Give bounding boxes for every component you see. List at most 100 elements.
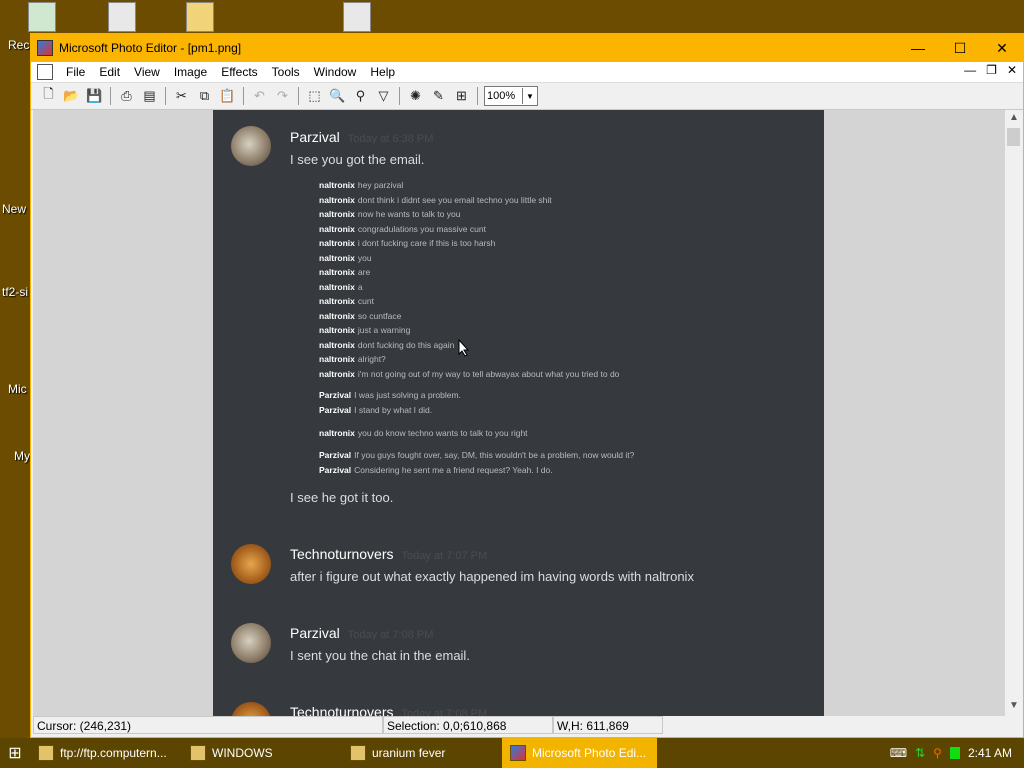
cut-icon[interactable]: ✂ (172, 87, 191, 106)
embedded-text: congradulations you massive cunt (357, 223, 486, 234)
minimize-button[interactable]: — (897, 34, 939, 62)
embedded-username: Parzival (319, 404, 352, 415)
embedded-chat-line: naltronix are (319, 267, 370, 277)
copy-icon[interactable]: ⧉ (195, 87, 214, 106)
embedded-username: naltronix (319, 223, 355, 234)
close-button[interactable]: ✕ (981, 34, 1023, 62)
embedded-chat-line: naltronix hey parzival (319, 180, 403, 190)
embedded-text: a (357, 281, 363, 292)
embedded-text: If you guys fought over, say, DM, this w… (354, 450, 635, 460)
menu-effects[interactable]: Effects (214, 65, 264, 79)
crop-tool-icon[interactable]: ▽ (374, 87, 393, 106)
embedded-username: naltronix (319, 252, 355, 263)
redo-icon[interactable]: ↷ (273, 87, 292, 106)
embedded-username: naltronix (319, 180, 355, 190)
embedded-text: hey parzival (357, 180, 404, 190)
folder-desktop-icon[interactable] (180, 2, 220, 34)
image-canvas[interactable]: Parzival Today at 6:38 PM I see you got t… (33, 110, 1005, 716)
windows-start-icon[interactable]: ⊞ (0, 738, 30, 768)
document-system-icon[interactable] (37, 64, 53, 80)
photo-editor-icon (510, 745, 526, 761)
embedded-username: Parzival (319, 450, 352, 460)
desktop-label-mic: Mic (8, 382, 27, 396)
taskbar-item-photo-editor[interactable]: Microsoft Photo Edi... (502, 738, 657, 768)
username: Technoturnovers (290, 546, 394, 562)
embedded-username: naltronix (319, 354, 355, 364)
menu-edit[interactable]: Edit (92, 65, 127, 79)
embedded-chat-line: naltronix cunt (319, 296, 374, 306)
status-green-icon[interactable] (949, 747, 960, 759)
network-icon[interactable]: ⇅ (915, 746, 925, 760)
username: Parzival (290, 625, 340, 641)
embedded-username: naltronix (319, 325, 355, 335)
keyboard-icon[interactable]: ⌨ (890, 746, 907, 760)
embedded-chat-line: naltronix you (319, 253, 372, 263)
menu-view[interactable]: View (127, 65, 167, 79)
message-text: I sent you the chat in the email. (290, 648, 470, 663)
desktop-label-tf2: tf2-si (2, 285, 29, 299)
save-icon[interactable]: 💾 (85, 87, 104, 106)
status-bar: Cursor: (246,231) Selection: 0,0;610,868… (33, 715, 1007, 735)
embedded-username: naltronix (319, 238, 355, 248)
scrollbar-thumb[interactable] (1007, 128, 1020, 146)
document-desktop-icon[interactable] (102, 2, 142, 34)
embedded-chat-line: naltronix a (319, 282, 363, 292)
paste-icon[interactable]: 📋 (218, 87, 237, 106)
scroll-down-icon[interactable]: ▼ (1005, 700, 1023, 714)
scan-icon[interactable]: ▤ (140, 87, 159, 106)
zoom-icon[interactable]: 🔍 (328, 87, 347, 106)
embedded-chat-line: Parzival I was just solving a problem. (319, 390, 461, 400)
menu-file[interactable]: File (59, 65, 92, 79)
menu-help[interactable]: Help (363, 65, 402, 79)
desktop-label-my: My (14, 449, 30, 463)
embedded-text: dont think i didnt see you email techno … (357, 194, 552, 205)
undo-icon[interactable]: ↶ (250, 87, 269, 106)
embedded-text: just a warning (357, 325, 411, 335)
scroll-up-icon[interactable]: ▲ (1005, 112, 1023, 126)
open-folder-icon[interactable]: 📂 (62, 87, 81, 106)
chevron-down-icon[interactable]: ▼ (522, 88, 537, 104)
folder-icon (350, 745, 366, 761)
effects-icon[interactable]: ✺ (406, 87, 425, 106)
embedded-chat-line: naltronix so cuntface (319, 311, 401, 321)
avatar (231, 126, 271, 166)
embedded-chat-line: naltronix dont fucking do this again (319, 340, 454, 350)
taskbar-item-uranium-fever[interactable]: uranium fever (342, 738, 502, 768)
embedded-username: naltronix (319, 368, 355, 379)
select-icon[interactable]: ⬚ (305, 87, 324, 106)
embedded-chat-line: naltronix congradulations you massive cun… (319, 224, 486, 234)
embedded-text: you do know techno wants to talk to you … (357, 428, 528, 438)
image-desktop-icon[interactable] (337, 2, 377, 34)
embedded-chat-line: naltronix alright? (319, 354, 386, 364)
taskbar-item-windows[interactable]: WINDOWS (182, 738, 342, 768)
menu-window[interactable]: Window (307, 65, 364, 79)
pen-icon[interactable]: ✎ (429, 87, 448, 106)
maximize-button[interactable]: ☐ (939, 34, 981, 62)
embedded-text: cunt (357, 296, 374, 306)
taskbar-item-ftp[interactable]: ftp://ftp.computern... (30, 738, 182, 768)
clock[interactable]: 2:41 AM (968, 746, 1012, 760)
message-text: after i figure out what exactly happened… (290, 569, 694, 584)
taskbar: ⊞ ftp://ftp.computern... WINDOWS uranium… (0, 738, 1024, 768)
zoom-value: 100% (487, 90, 516, 102)
embedded-username: Parzival (319, 390, 352, 400)
recycle-bin-icon[interactable] (22, 2, 62, 34)
menu-tools[interactable]: Tools (265, 65, 307, 79)
doc-close-button[interactable]: ✕ (1007, 63, 1017, 77)
doc-minimize-button[interactable]: — (964, 63, 976, 77)
message-text: I see you got the email. (290, 152, 425, 167)
title-bar[interactable]: Microsoft Photo Editor - [pm1.png] — ☐ ✕ (31, 34, 1023, 62)
pointer-tool-icon[interactable]: ⚲ (351, 87, 370, 106)
selection-info: Selection: 0,0;610,868 (383, 716, 553, 734)
doc-restore-button[interactable]: ❐ (986, 63, 997, 77)
search-icon[interactable]: ⚲ (933, 746, 942, 760)
embedded-text: alright? (357, 354, 386, 364)
task-label: uranium fever (372, 746, 446, 760)
print-icon[interactable]: ⎙ (117, 87, 136, 106)
embedded-chat-line: Parzival I stand by what I did. (319, 405, 432, 415)
vertical-scrollbar[interactable]: ▲ ▼ (1005, 110, 1023, 716)
menu-image[interactable]: Image (167, 65, 214, 79)
new-file-icon[interactable]: 🗋 (39, 86, 58, 106)
resize-icon[interactable]: ⊞ (452, 87, 471, 106)
zoom-select[interactable]: 100% ▼ (484, 86, 538, 106)
